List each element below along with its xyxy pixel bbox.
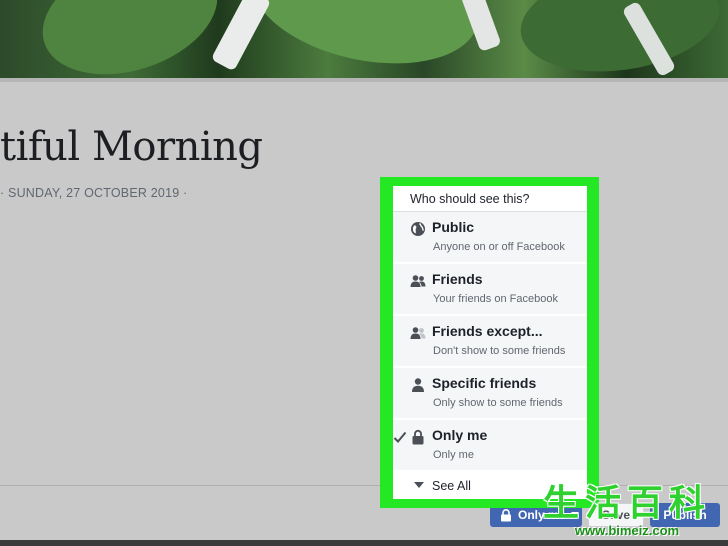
lock-icon [412,429,424,445]
option-description: Only show to some friends [433,397,563,409]
option-label: Friends except... [432,323,543,339]
dropdown-header: Who should see this? [393,186,587,212]
friends-except-icon [410,327,426,339]
cover-photo [0,0,728,78]
checkmark-icon [393,431,407,443]
cover-divider [0,78,728,82]
privacy-dropdown: Who should see this? Public Anyone on or… [393,186,587,499]
leaf-gap [210,0,272,72]
see-all-label: See All [432,479,471,493]
globe-icon [411,222,425,236]
option-label: Specific friends [432,375,537,391]
footer-divider [0,485,728,486]
option-friends-except[interactable]: Friends except... Don't show to some fri… [393,316,587,368]
leaf-shape [240,0,490,78]
option-description: Only me [433,449,474,461]
leaf-shape [27,0,233,78]
option-friends[interactable]: Friends Your friends on Facebook [393,264,587,316]
option-description: Your friends on Facebook [433,293,558,305]
friends-icon [410,275,426,287]
caret-down-icon [414,482,424,488]
option-only-me[interactable]: Only me Only me [393,420,587,472]
person-icon [412,378,424,392]
option-label: Only me [432,427,488,443]
option-label: Public [432,219,475,235]
post-meta: · SUNDAY, 27 OCTOBER 2019 · [0,186,188,200]
privacy-button-label: Only me [518,508,566,522]
caret-down-icon [571,512,580,517]
post-title: tiful Morning [0,124,263,170]
option-label: Friends [432,271,483,287]
bottom-bar [0,540,728,546]
option-public[interactable]: Public Anyone on or off Facebook [393,212,587,264]
option-description: Anyone on or off Facebook [433,241,565,253]
leaf-shape [514,0,726,78]
publish-button[interactable]: Publish [650,503,720,527]
option-specific-friends[interactable]: Specific friends Only show to some frien… [393,368,587,420]
see-all-link[interactable]: See All [393,472,587,499]
option-description: Don't show to some friends [433,345,566,357]
lock-icon [501,508,511,521]
